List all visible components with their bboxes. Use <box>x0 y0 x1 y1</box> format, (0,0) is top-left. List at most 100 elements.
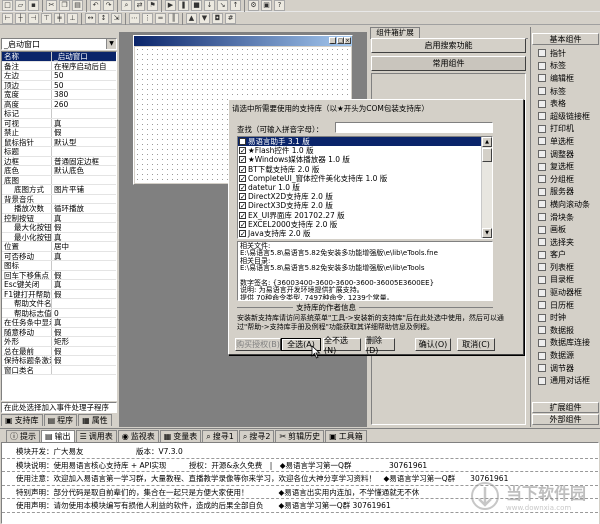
property-value[interactable] <box>52 261 116 270</box>
scroll-down-icon[interactable]: ▼ <box>482 228 492 238</box>
property-row[interactable]: 底色 默认底色 <box>2 166 116 176</box>
library-list-scrollbar[interactable]: ▲ ▼ <box>481 137 492 238</box>
align-bottom-icon[interactable]: ⊥ <box>67 13 78 24</box>
component-item[interactable]: 滑块条 <box>532 211 600 224</box>
align-right-icon[interactable]: ⊣ <box>28 13 39 24</box>
property-value[interactable]: 真 <box>52 233 116 241</box>
property-row[interactable]: 左边 50 <box>2 71 116 81</box>
form-minimize-icon[interactable]: _ <box>329 37 336 44</box>
property-row[interactable]: F1键打开帮助假 <box>2 289 116 299</box>
checkbox[interactable]: ✓ <box>239 156 246 164</box>
property-value[interactable]: 假 <box>52 128 116 136</box>
ok-button[interactable]: 确认(O) <box>415 338 451 351</box>
property-value[interactable]: 普通固定边框 <box>52 157 116 165</box>
property-row[interactable]: 标记 <box>2 109 116 119</box>
component-item[interactable]: 标签 <box>532 85 600 98</box>
replace-icon[interactable]: ⇄ <box>134 0 145 11</box>
extended-components-header[interactable]: 扩展组件 <box>532 402 599 413</box>
tab-left-2[interactable]: ▦ 属性 <box>78 414 112 426</box>
component-item[interactable]: 编辑框 <box>532 72 600 85</box>
library-item[interactable]: ✓ 易语言助手 3.1 版 <box>238 137 481 147</box>
undo-icon[interactable]: ↶ <box>90 0 101 11</box>
publish-icon[interactable]: ▣ <box>261 0 272 11</box>
center-h-icon[interactable]: ═ <box>155 13 166 24</box>
property-value[interactable]: 真 <box>52 214 116 222</box>
tab-bottom-4[interactable]: ▦ 变量表 <box>159 430 202 442</box>
property-value[interactable]: 260 <box>52 100 116 108</box>
property-row[interactable]: 宽度 380 <box>2 90 116 100</box>
library-item[interactable]: ✓ EXCEL2000支持库 2.0 版 <box>238 220 481 229</box>
open-icon[interactable]: ▱ <box>15 0 26 11</box>
component-item[interactable]: 服务器 <box>532 186 600 199</box>
property-row[interactable]: 位置 居中 <box>2 242 116 252</box>
property-value[interactable]: 循环播放 <box>52 204 116 212</box>
property-value[interactable] <box>52 366 116 375</box>
component-item[interactable]: 打印机 <box>532 123 600 136</box>
property-row[interactable]: 顶边 50 <box>2 80 116 90</box>
run-icon[interactable]: ▶ <box>165 0 176 11</box>
same-size-icon[interactable]: ⇲ <box>111 13 122 24</box>
cancel-button[interactable]: 取消(C) <box>457 338 495 351</box>
stop-icon[interactable]: ■ <box>191 0 202 11</box>
property-row[interactable]: 可视真 <box>2 118 116 128</box>
library-item[interactable]: ✓ datetur 1.0 版 <box>238 183 481 192</box>
property-row[interactable]: 在任务条中显示真 <box>2 318 116 328</box>
basic-components-header[interactable]: 基本组件 <box>532 33 599 45</box>
property-value[interactable]: 50 <box>52 81 116 89</box>
form-close-icon[interactable]: × <box>344 37 351 44</box>
property-row[interactable]: 最小化按钮真 <box>2 232 116 242</box>
checkbox[interactable]: ✓ <box>239 229 246 237</box>
property-row[interactable]: 高度 260 <box>2 99 116 109</box>
tab-bottom-8[interactable]: ▣ 工具箱 <box>325 430 367 442</box>
property-row[interactable]: 窗口类名 <box>2 365 116 375</box>
library-list[interactable]: ✓ 易语言助手 3.1 版 ✓ ★Flash控件 1.0 版 ✓ ★Windows媒体播放… <box>237 136 493 239</box>
property-row[interactable]: 可否移动真 <box>2 251 116 261</box>
align-left-icon[interactable]: ⊢ <box>2 13 13 24</box>
library-item[interactable]: ✓ DirectX3D支持库 2.0 版 <box>238 201 481 210</box>
component-item[interactable]: 数据报 <box>532 324 600 337</box>
step-over-icon[interactable]: ↘ <box>217 0 228 11</box>
component-item[interactable]: 超级链接框 <box>532 110 600 123</box>
checkbox[interactable]: ✓ <box>239 193 246 201</box>
property-value[interactable] <box>52 176 116 185</box>
property-value[interactable] <box>52 195 116 204</box>
checkbox[interactable]: ✓ <box>239 165 246 173</box>
grid-icon[interactable]: # <box>225 13 236 24</box>
property-row[interactable]: 备注 在程序启动后自 <box>2 61 116 71</box>
align-center-icon[interactable]: ┼ <box>15 13 26 24</box>
property-value[interactable] <box>52 299 116 308</box>
property-row[interactable]: 图标 <box>2 261 116 271</box>
property-value[interactable]: 默认底色 <box>52 166 116 174</box>
checkbox[interactable]: ✓ <box>239 147 246 155</box>
property-row[interactable]: 底图方式 图片平铺 <box>2 185 116 195</box>
h-space-icon[interactable]: ⋯ <box>129 13 140 24</box>
cut-icon[interactable]: ✂ <box>46 0 57 11</box>
chevron-down-icon[interactable]: ▼ <box>106 39 116 49</box>
scroll-thumb[interactable] <box>482 148 492 162</box>
event-combo[interactable]: 在此处选择加入事件处理子程序 <box>1 402 117 413</box>
tab-bottom-7[interactable]: ✂ 剪辑历史 <box>275 430 325 442</box>
property-value[interactable]: 假 <box>52 328 116 336</box>
enable-search-button[interactable]: 启用搜索功能 <box>371 38 526 53</box>
search-input[interactable] <box>335 122 493 133</box>
v-space-icon[interactable]: ⋮ <box>142 13 153 24</box>
component-item[interactable]: 客户 <box>532 249 600 262</box>
library-item[interactable]: ✓jedi 1.0 版 <box>238 238 481 239</box>
compile-icon[interactable]: ⚙ <box>248 0 259 11</box>
property-row[interactable]: 最大化按钮假 <box>2 223 116 233</box>
property-value[interactable]: 假 <box>52 347 116 355</box>
redo-icon[interactable]: ↷ <box>103 0 114 11</box>
step-icon[interactable]: ↓ <box>204 0 215 11</box>
property-row[interactable]: 禁止假 <box>2 128 116 138</box>
property-value[interactable]: 假 <box>52 356 116 364</box>
component-item[interactable]: 复选框 <box>532 160 600 173</box>
property-value[interactable] <box>52 109 116 118</box>
component-item[interactable]: 分组框 <box>532 173 600 186</box>
same-height-icon[interactable]: ↕ <box>98 13 109 24</box>
checkbox[interactable]: ✓ <box>239 138 246 146</box>
property-value[interactable]: 在程序启动后自 <box>52 62 116 70</box>
component-item[interactable]: 数据源 <box>532 349 600 362</box>
help-icon[interactable]: ? <box>274 0 285 11</box>
property-row[interactable]: 外形 矩形 <box>2 337 116 347</box>
property-row[interactable]: 随意移动假 <box>2 327 116 337</box>
